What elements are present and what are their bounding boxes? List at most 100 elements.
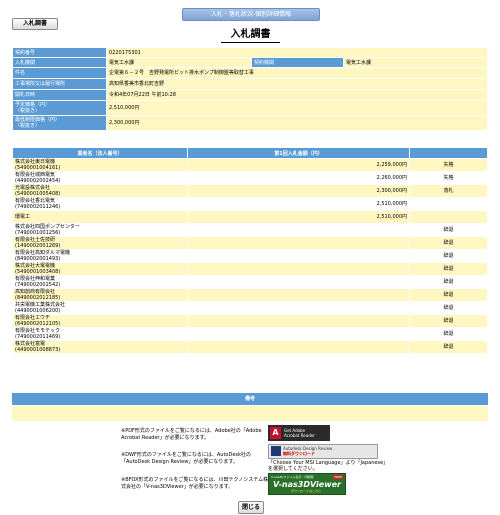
bidder-corp-number: (5490001003408) [15, 269, 61, 275]
bid-row: 共栄電機工業株式会社 (4490001006200) 辞退 [12, 301, 488, 315]
bidder-cell: 株式会社大電電機 (5490001003408) [12, 262, 188, 276]
bid-amount [187, 262, 410, 276]
autodesk-link-bottom: 無料ダウンロード [283, 451, 315, 456]
bid-row: 株式会社富電 (4490001008873) 辞退 [12, 340, 488, 354]
min-price-value: 2,300,000円 [106, 115, 488, 131]
page-title: 入札調書 [221, 28, 280, 43]
remarks-label: 備考 [12, 393, 488, 405]
bid-result: 辞退 [409, 223, 488, 237]
org-value: 電気工水課 [106, 57, 252, 68]
org-label: 入札機関 [12, 57, 107, 68]
page-tab: 入札・落札状況-個別詳細情報 [182, 8, 320, 21]
bid-amount [187, 314, 410, 328]
bid-result: 辞退 [409, 340, 488, 354]
bid-amount: 2,259,000円 [187, 158, 410, 172]
bidder-corp-number: (4490001006200) [15, 308, 61, 314]
v3d-download-text: ダウンロードはこちら [291, 489, 322, 493]
date-label: 開札日時 [12, 89, 107, 101]
bid-result: 失格 [409, 171, 488, 185]
bidder-corp-number: (7490001001256) [15, 230, 61, 236]
amount-header: 第1回入札金額（円） [187, 147, 410, 159]
date-value: 令和4年07月22日 午前10:28 [106, 89, 488, 101]
autodesk-download-link[interactable]: Autodesk Design Review 無料ダウンロード [268, 444, 378, 459]
contract-no-value: 0220175301 [106, 47, 488, 58]
bid-amount [187, 275, 410, 289]
contract-org-label: 契約機関 [251, 57, 344, 68]
min-price-label: 最低制限価格（円） （税抜き） [12, 115, 107, 131]
bid-amount [187, 327, 410, 341]
bid-result: 辞退 [409, 275, 488, 289]
bid-row: 有限会社モモテック (7490002011469) 辞退 [12, 327, 488, 341]
msi-note: 「Choose Your MSI Language」より「Japanese」を選… [268, 460, 386, 472]
bidder-corp-number: (7490002011246) [15, 204, 61, 210]
bidder-cell: 有限会社城西電気 (4490002002454) [12, 171, 188, 185]
bid-result: 落札 [409, 184, 488, 198]
bidder-cell: 有限会社高知ダルマ電機 (8490002001493) [12, 249, 188, 263]
bid-result: 辞退 [409, 314, 488, 328]
bidder-cell: 共栄電機工業株式会社 (4490001006200) [12, 301, 188, 315]
bid-table: 業者名（法人番号） 第1回入札金額（円） 株式会社東日電機 (5490001004… [12, 147, 488, 354]
bid-result [409, 197, 488, 211]
bidder-corp-number: (6490002012105) [15, 321, 61, 327]
bidder-cell: 株式会社四国ポンプセンター (7490001001256) [12, 223, 188, 237]
bfox-note: ※BFOX形式のファイルをご覧になるには、川田テクノシステム株式会社の「V-na… [121, 477, 269, 490]
bidder-corp-number: (1490002001269) [15, 243, 61, 249]
bid-result: 辞退 [409, 288, 488, 302]
item-value: 企電第６－２号 吉野発電所ピット排水ポンプ制御盤等取替工事 [106, 67, 488, 79]
bid-amount: 2,300,000円 [187, 184, 410, 198]
bidder-cell: 有限会社香北電気 (7490002011246) [12, 197, 188, 211]
bid-result [409, 210, 488, 224]
bid-result: 辞退 [409, 301, 488, 315]
bidder-cell: 有限会社土佐技研 (1490002001269) [12, 236, 188, 250]
pdf-note: ※PDF形式のファイルをご覧になるには、Adobe社の「Adobe Acroba… [121, 428, 262, 441]
bid-result: 辞退 [409, 327, 488, 341]
result-header [409, 147, 488, 159]
bid-row: 光電設株式会社 (5490001005408) 2,300,000円 落札 [12, 184, 488, 198]
bid-amount: 2,510,000円 [187, 210, 410, 224]
bid-result: 辞退 [409, 249, 488, 263]
v3d-caption: V-nas3Dファイル表示・印刷用 [271, 475, 314, 479]
bid-row: 有限会社高知ダルマ電機 (8490002001493) 辞退 [12, 249, 488, 263]
bidder-corp-number: (4490001008873) [15, 347, 61, 353]
contract-org-value: 電気工水課 [343, 57, 488, 68]
place-value: 高知県香美市香北町吉野 [106, 78, 488, 90]
bidder-cell: 有限会社エウチ (6490002012105) [12, 314, 188, 328]
bidder-name: 環電工 [15, 214, 31, 220]
contract-info-table: 契約番号 0220175301 入札機関 電気工水課 契約機関 電気工水課 件名… [12, 47, 488, 131]
bidder-corp-number: (8490002012185) [15, 295, 61, 301]
bidder-cell: 株式会社富電 (4490001008873) [12, 340, 188, 354]
estimate-value: 2,510,000円 [106, 100, 488, 116]
bidder-cell: 有限会社モモテック (7490002011469) [12, 327, 188, 341]
bid-amount [187, 301, 410, 315]
v-nas3dviewer-download-link[interactable]: V-nas3Dファイル表示・印刷用 FREE V-nas3DViewer ダウン… [268, 473, 346, 495]
bid-row: 有限会社香北電気 (7490002011246) 2,510,000円 [12, 197, 488, 211]
contract-no-label: 契約番号 [12, 47, 107, 58]
tender-record-button[interactable]: 入札調書 [12, 18, 58, 30]
bid-row: 有限会社城西電気 (4490002002454) 2,260,000円 失格 [12, 171, 488, 185]
bidder-corp-number: (7490002002542) [15, 282, 61, 288]
bidder-cell: 有限会社伸和電業 (7490002002542) [12, 275, 188, 289]
bid-row: 株式会社東日電機 (5490001004161) 2,259,000円 失格 [12, 158, 488, 172]
bid-amount [187, 236, 410, 250]
bidder-header: 業者名（法人番号） [12, 147, 188, 159]
remarks-value [12, 405, 488, 421]
adobe-download-link[interactable]: A Get Adobe Acrobat Reader [268, 425, 330, 441]
free-badge: FREE [333, 475, 343, 479]
bid-row: 有限会社土佐技研 (1490002001269) 辞退 [12, 236, 488, 250]
close-button[interactable]: 閉じる [238, 501, 264, 514]
item-label: 件名 [12, 67, 107, 79]
bid-result: 失格 [409, 158, 488, 172]
bidder-cell: 光電設株式会社 (5490001005408) [12, 184, 188, 198]
bid-result: 辞退 [409, 262, 488, 276]
bid-amount [187, 340, 410, 354]
bid-row: 株式会社大電電機 (5490001003408) 辞退 [12, 262, 488, 276]
bidder-cell: 株式会社東日電機 (5490001004161) [12, 158, 188, 172]
bidder-corp-number: (5490001004161) [15, 165, 61, 171]
dwf-note: ※DWF形式のファイルをご覧になるには、AutoDesk社の「AutoDesk … [121, 452, 251, 465]
bidder-cell: 高知創商有限会社 (8490002012185) [12, 288, 188, 302]
bid-row: 高知創商有限会社 (8490002012185) 辞退 [12, 288, 488, 302]
estimate-label: 予定価格（円） （税抜き） [12, 100, 107, 116]
bidder-corp-number: (8490002001493) [15, 256, 61, 262]
adobe-icon: A [270, 427, 281, 439]
bid-row: 株式会社四国ポンプセンター (7490001001256) 辞退 [12, 223, 488, 237]
